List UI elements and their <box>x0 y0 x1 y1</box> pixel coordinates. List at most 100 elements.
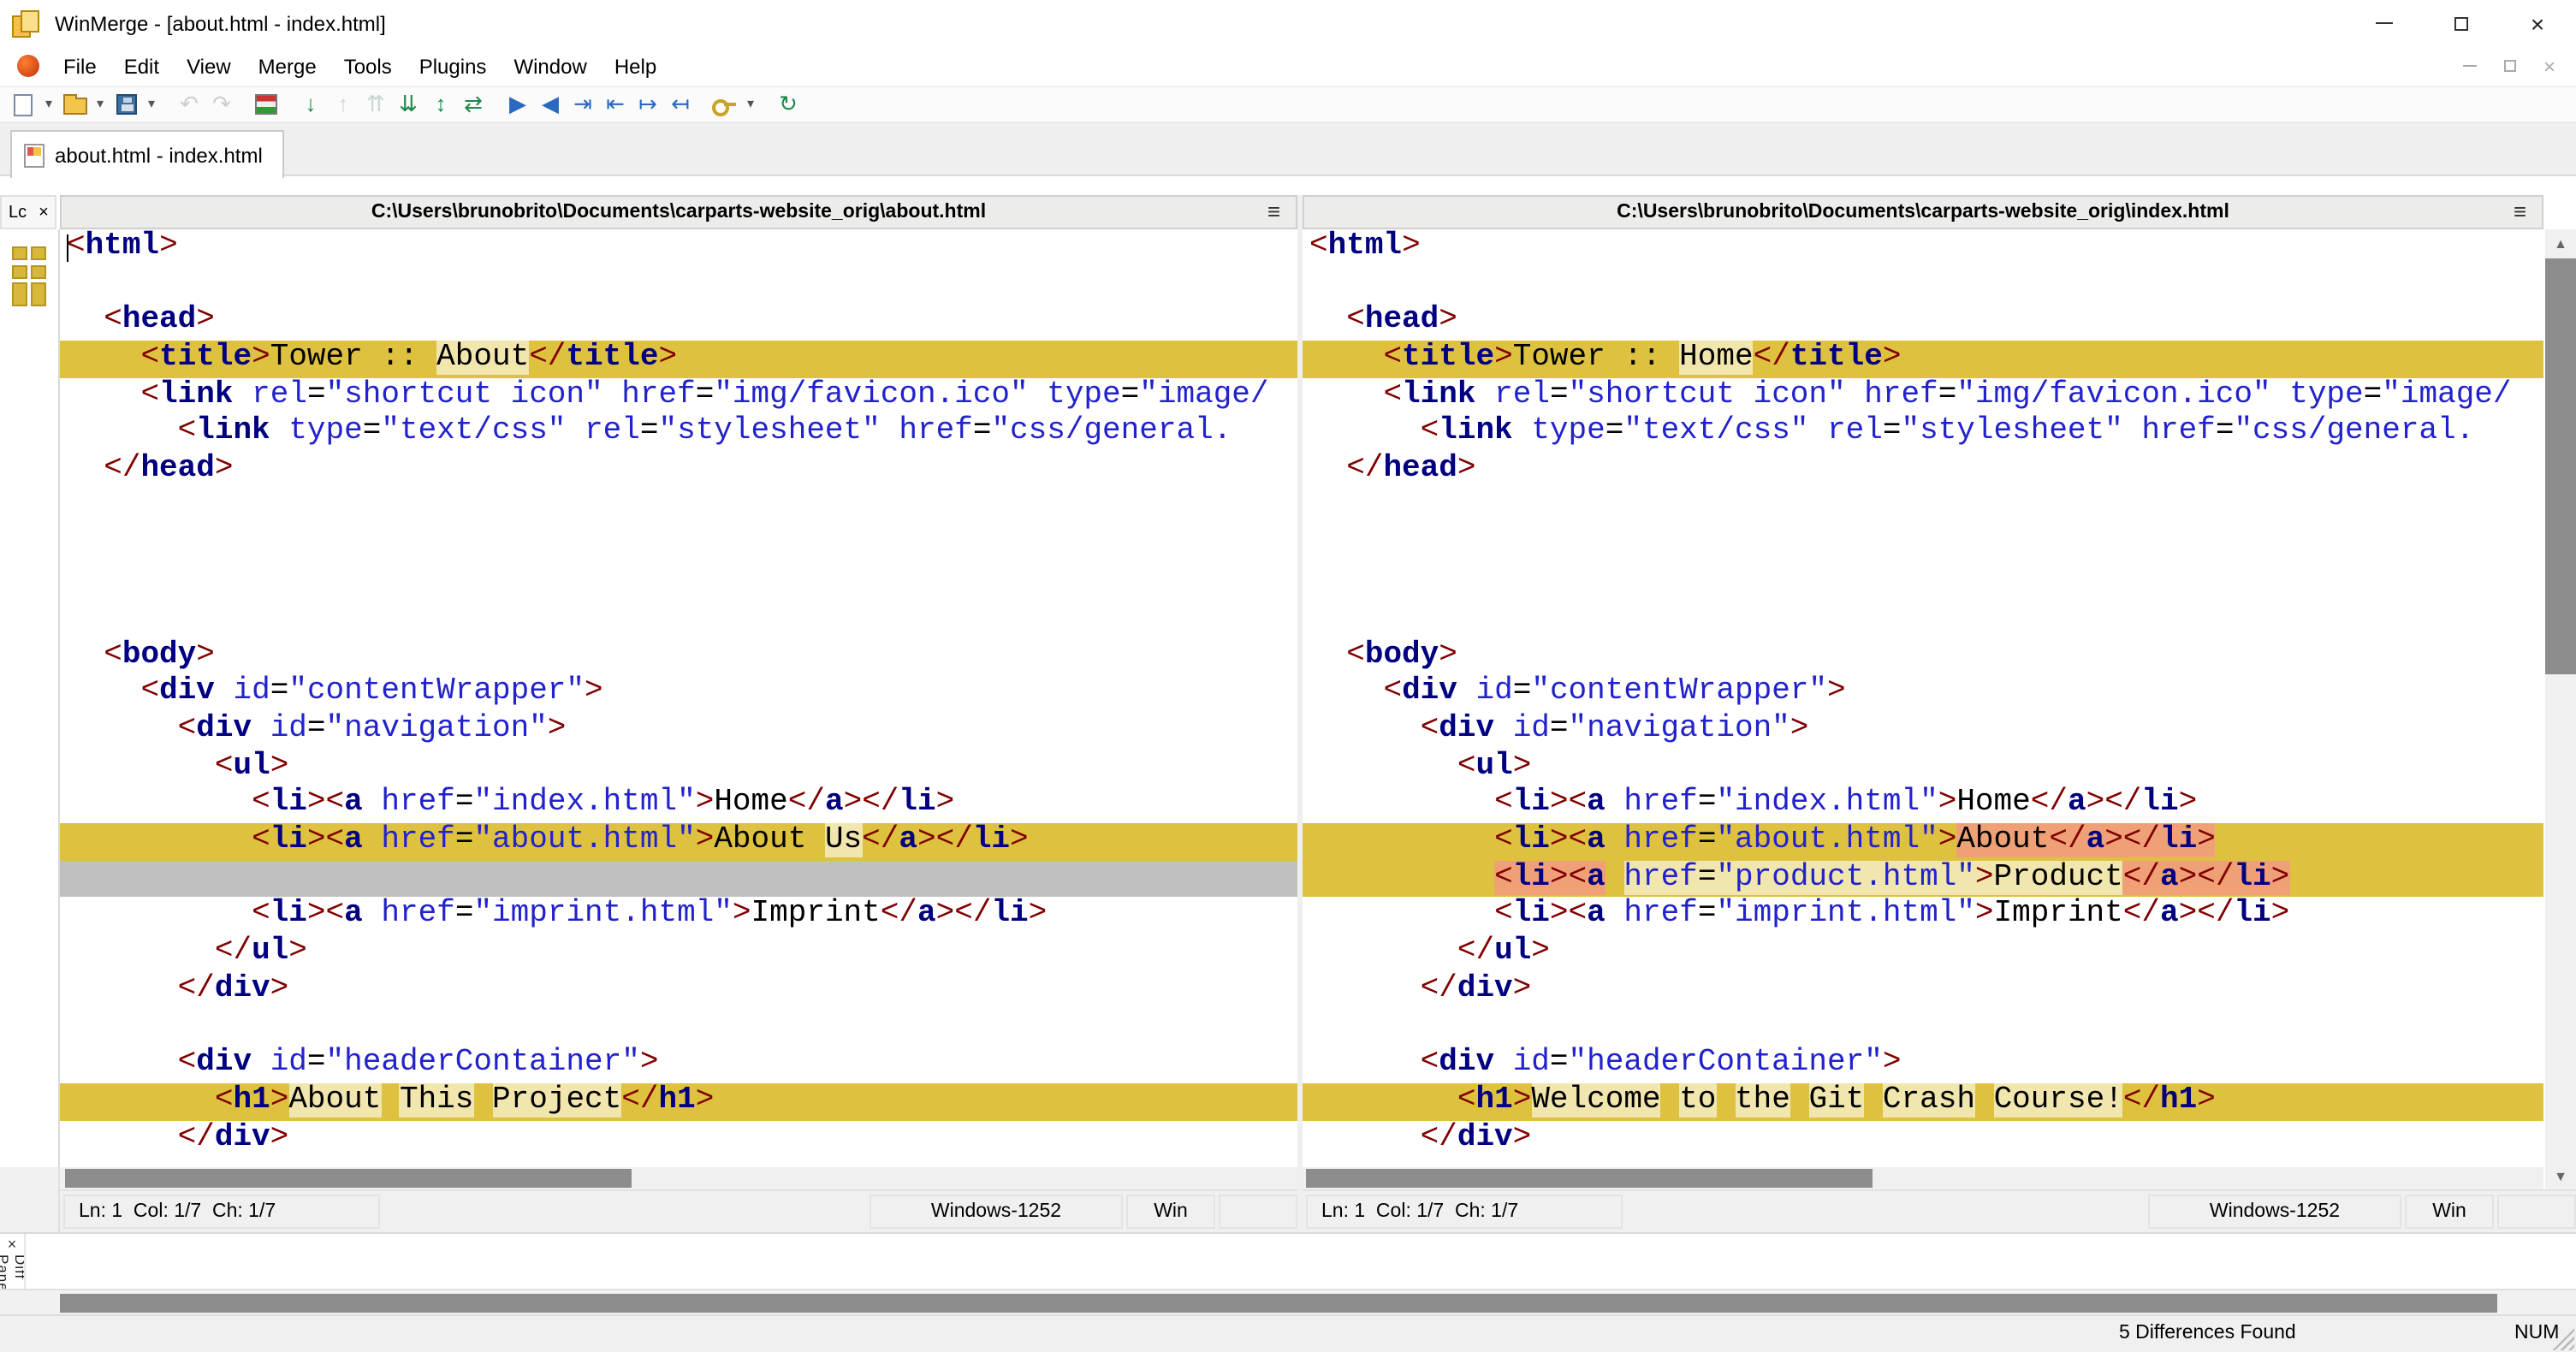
copy-left-advance-button[interactable]: ↤ <box>666 89 695 120</box>
tab-about-index[interactable]: about.html - index.html <box>10 130 285 178</box>
diff-location-marker[interactable] <box>31 246 46 260</box>
bottom-scrollbar-thumb[interactable] <box>60 1294 2497 1313</box>
code-line[interactable]: <link rel="shortcut icon" href="img/favi… <box>60 378 1297 415</box>
compare-report-button[interactable] <box>252 89 281 120</box>
code-line[interactable]: <h1>Welcome to the Git Crash Course!</h1… <box>1303 1082 2543 1120</box>
copy-right-button[interactable]: ▶ <box>503 89 532 120</box>
restore-button[interactable] <box>2422 0 2499 46</box>
right-file-header[interactable]: C:\Users\brunobrito\Documents\carparts-w… <box>1303 195 2543 229</box>
right-code-pane[interactable]: <html> <head> <title>Tower :: Home</titl… <box>1303 229 2543 1167</box>
mdi-close-icon[interactable]: × <box>2543 54 2555 78</box>
location-pane-close-icon[interactable]: × <box>39 203 49 222</box>
code-line[interactable]: <li><a href="index.html">Home</a></li> <box>60 786 1297 823</box>
last-difference-button[interactable]: ⇊ <box>394 89 423 120</box>
code-line[interactable]: <div id="navigation"> <box>1303 712 2543 749</box>
code-line[interactable] <box>60 1009 1297 1046</box>
code-line[interactable]: <body> <box>60 637 1297 674</box>
undo-button[interactable]: ↶ <box>175 89 204 120</box>
menu-help[interactable]: Help <box>601 47 670 85</box>
minimize-button[interactable] <box>2345 0 2422 46</box>
code-line[interactable]: </div> <box>60 972 1297 1009</box>
code-line[interactable]: </div> <box>60 1120 1297 1157</box>
open-button[interactable] <box>60 89 89 120</box>
menu-window[interactable]: Window <box>500 47 600 85</box>
bottom-scrollbar[interactable] <box>0 1289 2576 1314</box>
code-line[interactable]: <div id="contentWrapper"> <box>60 675 1297 712</box>
close-button[interactable]: × <box>2499 0 2576 46</box>
code-line[interactable]: <link rel="shortcut icon" href="img/favi… <box>1303 378 2543 415</box>
code-line[interactable]: <li><a href="imprint.html">Imprint</a></… <box>1303 898 2543 934</box>
code-line[interactable] <box>60 601 1297 637</box>
code-line[interactable] <box>1303 266 2543 303</box>
resize-grip[interactable] <box>2552 1328 2574 1350</box>
code-line[interactable] <box>1303 601 2543 637</box>
save-dropdown[interactable]: ▾ <box>144 89 159 120</box>
diff-location-marker[interactable] <box>31 265 46 279</box>
diff-location-marker[interactable] <box>12 246 27 260</box>
code-line[interactable]: <div id="navigation"> <box>60 712 1297 749</box>
menu-file[interactable]: File <box>50 47 110 85</box>
left-horizontal-scrollbar-thumb[interactable] <box>65 1169 632 1188</box>
code-line[interactable]: <li><a href="product.html">Product</a></… <box>1303 860 2543 898</box>
menu-plugins[interactable]: Plugins <box>406 47 501 85</box>
redo-button[interactable]: ↷ <box>207 89 236 120</box>
code-line[interactable]: <title>Tower :: Home</title> <box>1303 341 2543 378</box>
code-line[interactable]: </div> <box>1303 972 2543 1009</box>
code-line[interactable]: </ul> <box>1303 934 2543 971</box>
menu-view[interactable]: View <box>173 47 245 85</box>
code-line[interactable] <box>1303 1009 2543 1046</box>
vertical-scrollbar-thumb[interactable] <box>2545 258 2576 674</box>
new-button[interactable] <box>9 89 38 120</box>
code-line[interactable]: <li><a href="index.html">Home</a></li> <box>1303 786 2543 823</box>
code-line[interactable]: <body> <box>1303 637 2543 674</box>
previous-difference-button[interactable]: ↑ <box>329 89 358 120</box>
code-line[interactable]: </head> <box>1303 452 2543 489</box>
all-right-button[interactable]: ⇥ <box>568 89 597 120</box>
right-horizontal-scrollbar-thumb[interactable] <box>1306 1169 1873 1188</box>
all-left-button[interactable]: ⇤ <box>601 89 630 120</box>
code-line[interactable]: <html> <box>1303 229 2543 266</box>
open-dropdown[interactable]: ▾ <box>92 89 108 120</box>
next-difference-button[interactable]: ↓ <box>296 89 325 120</box>
auto-merge-button[interactable]: ⇄ <box>459 89 488 120</box>
code-line[interactable]: <link type="text/css" rel="stylesheet" h… <box>60 415 1297 452</box>
code-line[interactable]: <head> <box>1303 304 2543 341</box>
code-line[interactable] <box>1303 526 2543 563</box>
vertical-scrollbar[interactable]: ▲ ▼ <box>2545 229 2576 1189</box>
code-line[interactable] <box>60 563 1297 600</box>
code-line[interactable] <box>60 489 1297 526</box>
menu-merge[interactable]: Merge <box>245 47 330 85</box>
code-line[interactable]: </div> <box>1303 1120 2543 1157</box>
copy-left-button[interactable]: ◀ <box>536 89 565 120</box>
first-difference-button[interactable]: ⇈ <box>361 89 390 120</box>
diff-location-marker[interactable] <box>12 265 27 279</box>
code-line[interactable]: <li><a href="about.html">About Us</a></l… <box>60 823 1297 861</box>
code-line[interactable]: <li><a href="imprint.html">Imprint</a></… <box>60 898 1297 934</box>
right-horizontal-scrollbar[interactable] <box>1303 1167 2543 1189</box>
code-line[interactable] <box>1303 563 2543 600</box>
diff-location-marker[interactable] <box>31 282 46 306</box>
code-line[interactable]: <h1>About This Project</h1> <box>60 1082 1297 1120</box>
left-file-header[interactable]: C:\Users\brunobrito\Documents\carparts-w… <box>60 195 1297 229</box>
left-header-menu-icon[interactable]: ≡ <box>1267 199 1280 224</box>
code-line[interactable] <box>60 526 1297 563</box>
scroll-up-icon[interactable]: ▲ <box>2545 229 2576 257</box>
prediffer-dropdown[interactable]: ▾ <box>743 89 758 120</box>
copy-right-advance-button[interactable]: ↦ <box>633 89 662 120</box>
code-line[interactable]: <ul> <box>1303 749 2543 786</box>
code-line[interactable]: <html> <box>60 229 1297 266</box>
code-line[interactable]: <head> <box>60 304 1297 341</box>
right-header-menu-icon[interactable]: ≡ <box>2514 199 2526 224</box>
new-dropdown[interactable]: ▾ <box>41 89 56 120</box>
code-line[interactable]: </head> <box>60 452 1297 489</box>
code-line[interactable]: </ul> <box>60 934 1297 971</box>
left-horizontal-scrollbar[interactable] <box>60 1167 1297 1189</box>
scroll-down-icon[interactable]: ▼ <box>2545 1162 2576 1189</box>
diff-pane-close-icon[interactable]: × <box>8 1236 17 1253</box>
code-line[interactable]: <ul> <box>60 749 1297 786</box>
code-line[interactable]: <li><a href="about.html">About</a></li> <box>1303 823 2543 861</box>
location-pane[interactable] <box>0 229 60 1167</box>
code-line[interactable]: <div id="headerContainer"> <box>60 1046 1297 1082</box>
mdi-restore-icon[interactable] <box>2503 60 2516 72</box>
refresh-button[interactable]: ↻ <box>774 89 803 120</box>
